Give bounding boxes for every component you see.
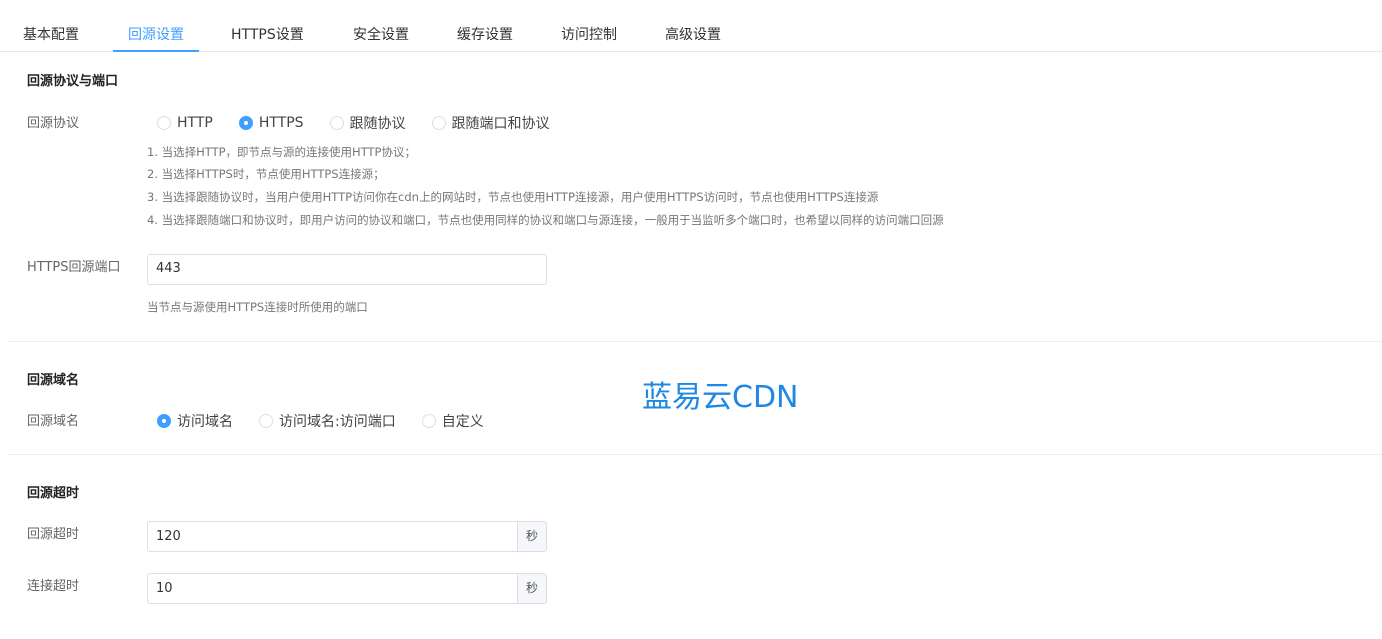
origin-timeout-input[interactable]: 120 (147, 521, 517, 552)
option-label: HTTPS (258, 115, 304, 131)
domain-label: 回源域名 (27, 414, 80, 429)
protocol-label: 回源协议 (27, 116, 80, 131)
section-divider (8, 341, 1382, 342)
https-port-label: HTTPS回源端口 (27, 260, 121, 275)
domain-section-title: 回源域名 (27, 373, 80, 388)
domain-radio-group: 访问域名 访问域名:访问端口 自定义 (157, 411, 510, 431)
https-port-input[interactable]: 443 (147, 254, 547, 285)
tab-https-settings[interactable]: HTTPS设置 (231, 0, 304, 52)
protocol-option-http[interactable]: HTTP (157, 115, 213, 131)
option-label: 访问域名 (177, 414, 233, 430)
timeout-section-title: 回源超时 (27, 486, 80, 501)
protocol-radio-group: HTTP HTTPS 跟随协议 跟随端口和协议 (157, 113, 576, 133)
tab-advanced-settings[interactable]: 高级设置 (665, 0, 721, 52)
option-label: 自定义 (441, 414, 484, 430)
option-label: 跟随协议 (349, 116, 406, 132)
option-label: HTTP (177, 115, 213, 131)
connect-timeout-input-group: 10 秒 (147, 573, 547, 604)
connect-timeout-label: 连接超时 (27, 579, 80, 594)
domain-option-custom[interactable]: 自定义 (421, 411, 484, 431)
origin-timeout-input-group: 120 秒 (147, 521, 547, 552)
protocol-hint-3: 3. 当选择跟随协议时，当用户使用HTTP访问你在cdn上的网站时，节点也使用H… (147, 190, 879, 204)
protocol-option-follow-port-protocol[interactable]: 跟随端口和协议 (431, 113, 550, 133)
domain-option-access-domain[interactable]: 访问域名 (157, 411, 233, 431)
tab-security-settings[interactable]: 安全设置 (353, 0, 409, 52)
settings-tabs: 基本配置 回源设置 HTTPS设置 安全设置 缓存设置 访问控制 高级设置 (0, 0, 1382, 52)
https-port-hint: 当节点与源使用HTTPS连接时所使用的端口 (147, 300, 368, 314)
tab-access-control[interactable]: 访问控制 (561, 0, 617, 52)
protocol-option-https[interactable]: HTTPS (238, 115, 304, 131)
option-label: 跟随端口和协议 (451, 116, 550, 132)
protocol-hint-4: 4. 当选择跟随端口和协议时，即用户访问的协议和端口，节点也使用同样的协议和端口… (147, 213, 944, 227)
seconds-unit: 秒 (517, 521, 547, 552)
watermark-text: 蓝易云CDN (642, 380, 799, 415)
tab-origin-settings[interactable]: 回源设置 (113, 0, 199, 52)
protocol-section-title: 回源协议与端口 (27, 74, 119, 89)
domain-option-access-domain-port[interactable]: 访问域名:访问端口 (259, 411, 396, 431)
seconds-unit: 秒 (517, 573, 547, 604)
radio-checked-icon (157, 414, 171, 428)
tab-cache-settings[interactable]: 缓存设置 (457, 0, 513, 52)
option-label: 访问域名:访问端口 (279, 414, 396, 430)
protocol-hint-1: 1. 当选择HTTP，即节点与源的连接使用HTTP协议； (147, 145, 416, 159)
radio-checked-icon (238, 116, 253, 130)
origin-timeout-label: 回源超时 (27, 527, 80, 542)
radio-icon (157, 116, 171, 130)
radio-icon (329, 116, 344, 130)
radio-icon (421, 414, 436, 428)
section-divider (8, 454, 1382, 455)
radio-icon (259, 414, 273, 428)
radio-icon (431, 116, 446, 130)
tab-basic-config[interactable]: 基本配置 (23, 0, 79, 52)
protocol-option-follow-protocol[interactable]: 跟随协议 (329, 113, 406, 133)
protocol-hint-2: 2. 当选择HTTPS时，节点使用HTTPS连接源； (147, 167, 385, 181)
connect-timeout-input[interactable]: 10 (147, 573, 517, 604)
